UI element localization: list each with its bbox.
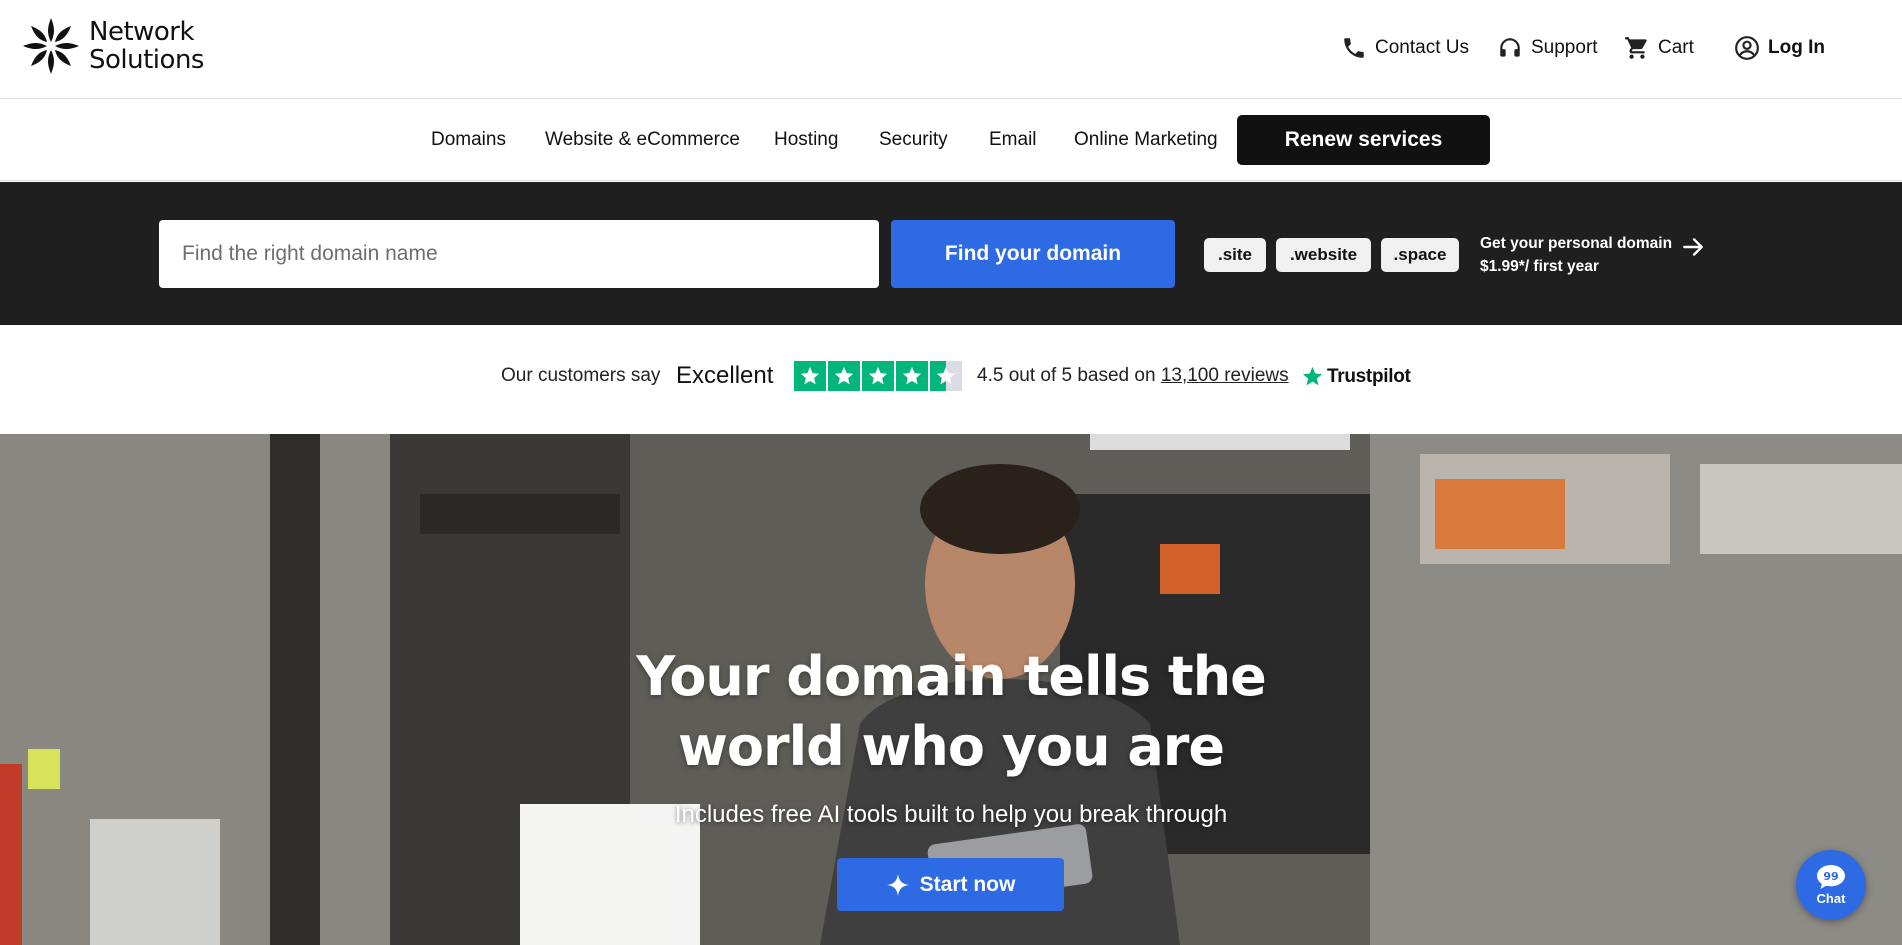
nav-item-website-ecommerce[interactable]: Website & eCommerce — [545, 129, 740, 151]
nav-item-security[interactable]: Security — [879, 129, 948, 151]
reviews-link[interactable]: 13,100 reviews — [1161, 365, 1289, 386]
arrow-right-icon[interactable] — [1680, 234, 1706, 260]
contact-us-label: Contact Us — [1375, 37, 1469, 58]
nav-item-email[interactable]: Email — [989, 129, 1037, 151]
start-now-label: Start now — [919, 872, 1016, 896]
brand-name-line2: Solutions — [89, 45, 204, 75]
promo-line2: $1.99*/ first year — [1480, 258, 1599, 275]
login-link[interactable]: Log In — [1734, 33, 1825, 63]
hero-section: Your domain tells the world who you are … — [0, 434, 1902, 945]
tld-chip-space[interactable]: .space — [1381, 238, 1459, 272]
cart-label: Cart — [1658, 37, 1694, 58]
start-now-button[interactable]: Start now — [837, 858, 1064, 911]
trustpilot-verdict: Excellent — [676, 362, 774, 389]
trustpilot-bar: Our customers say Excellent 4.5 out of 5… — [0, 325, 1902, 434]
star-icon — [794, 361, 826, 391]
chat-bubble-icon: 99 — [1817, 865, 1845, 889]
trustpilot-stars — [794, 361, 962, 391]
sparkle-icon — [886, 873, 909, 896]
trustpilot-brand: Trustpilot — [1327, 365, 1411, 387]
promo-line1: Get your personal domain — [1480, 235, 1673, 252]
user-circle-icon — [1735, 36, 1759, 60]
star-icon — [862, 361, 894, 391]
headset-icon — [1500, 38, 1520, 57]
find-domain-button[interactable]: Find your domain — [891, 220, 1175, 288]
brand-name-line1: Network — [89, 17, 195, 47]
brand-name: Network Solutions — [89, 18, 204, 74]
brand-logo[interactable]: Network Solutions — [19, 14, 204, 78]
personal-domain-promo[interactable]: Get your personal domain $1.99*/ first y… — [1480, 232, 1672, 278]
domain-search-input[interactable] — [159, 220, 879, 288]
renew-services-button[interactable]: Renew services — [1237, 115, 1490, 165]
svg-text:99: 99 — [1823, 870, 1838, 883]
trustpilot-rating: 4.5 out of 5 based on 13,100 reviews — [977, 365, 1289, 387]
nav-item-hosting[interactable]: Hosting — [774, 129, 838, 151]
support-label: Support — [1531, 37, 1598, 58]
phone-icon — [1344, 38, 1364, 58]
hero-title: Your domain tells the world who you are — [636, 645, 1267, 778]
half-star-icon — [930, 361, 962, 391]
star-icon — [828, 361, 860, 391]
domain-search-band: Find your domain .site .website .space G… — [0, 182, 1902, 325]
cart-icon — [1625, 37, 1647, 59]
trustpilot-star-icon — [1302, 366, 1323, 386]
star-icon — [896, 361, 928, 391]
chat-button[interactable]: 99 Chat — [1796, 850, 1866, 920]
trustpilot-logo[interactable]: Trustpilot — [1301, 365, 1411, 388]
rating-text: 4.5 out of 5 based on — [977, 365, 1156, 386]
trustpilot-prefix: Our customers say — [501, 365, 661, 386]
main-nav: Domains Website & eCommerce Hosting Secu… — [0, 100, 1902, 181]
hero-subtitle: Includes free AI tools built to help you… — [674, 801, 1228, 828]
cart-link[interactable]: Cart — [1624, 33, 1694, 63]
tld-chip-site[interactable]: .site — [1204, 238, 1266, 272]
nav-item-online-marketing[interactable]: Online Marketing — [1074, 129, 1218, 151]
network-solutions-logo-icon — [23, 18, 79, 74]
chat-label: Chat — [1816, 891, 1846, 906]
contact-us-link[interactable]: Contact Us — [1341, 33, 1469, 63]
support-link[interactable]: Support — [1497, 33, 1598, 63]
top-header: Network Solutions Contact Us Support Car… — [0, 0, 1902, 99]
login-label: Log In — [1768, 37, 1825, 58]
nav-item-domains[interactable]: Domains — [431, 129, 506, 151]
tld-chip-website[interactable]: .website — [1276, 238, 1371, 272]
